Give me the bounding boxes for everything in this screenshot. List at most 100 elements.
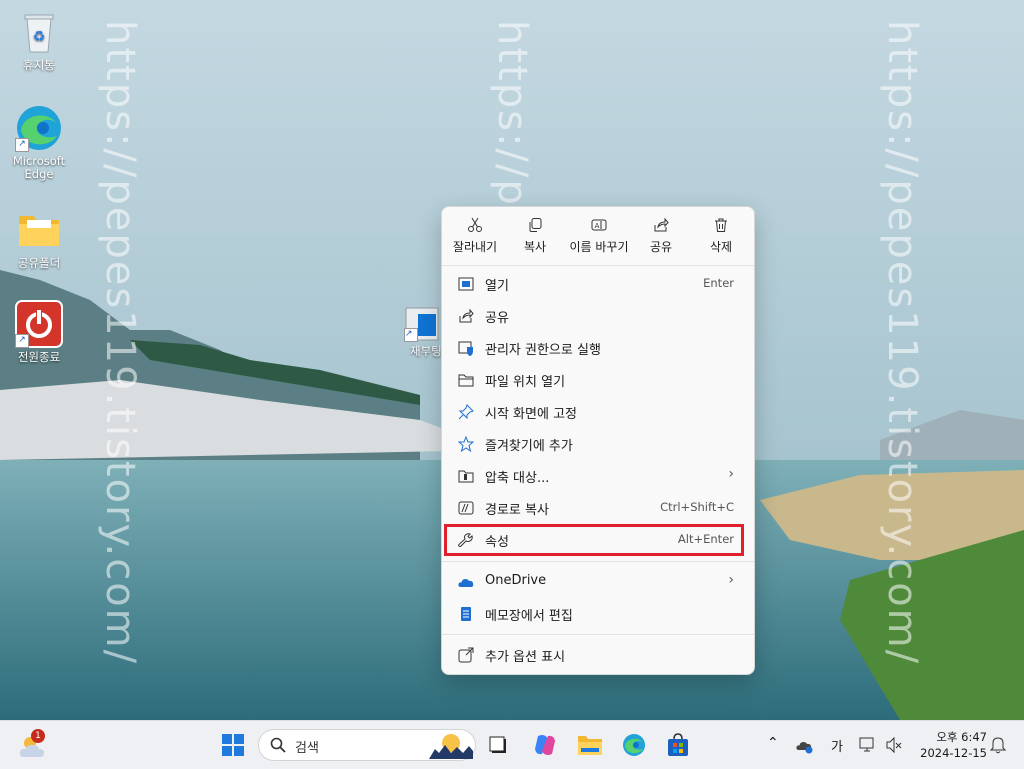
menu-item-share[interactable]: 공유 — [448, 301, 748, 331]
rename-label: 이름 바꾸기 — [569, 240, 629, 254]
shortcut-arrow-icon: ↗ — [404, 328, 418, 342]
share-quick-button[interactable]: 공유 — [638, 217, 684, 255]
menu-item-open[interactable]: 열기 Enter — [448, 269, 748, 299]
reboot-shortcut-icon: ↗ — [404, 306, 440, 342]
menu-item-show-more-options[interactable]: 추가 옵션 표시 — [448, 640, 748, 670]
ime-indicator[interactable]: 가 — [826, 721, 848, 769]
delete-button[interactable]: 삭제 — [698, 217, 744, 255]
delete-label: 삭제 — [709, 240, 733, 254]
edge-taskbar-button[interactable] — [620, 721, 648, 769]
windows-logo-icon — [222, 734, 244, 756]
watermark-left: https://pepes119.tistory.com/ — [97, 20, 143, 666]
highlight-box — [444, 524, 744, 556]
notifications-button[interactable] — [988, 721, 1008, 769]
menu-item-label: 경로로 복사 — [485, 503, 549, 518]
desktop-icon-label: 재부팅 — [410, 344, 442, 358]
folder-icon — [15, 206, 63, 254]
search-label: 검색 — [295, 741, 319, 756]
menu-item-label: OneDrive — [485, 573, 547, 588]
menu-item-shortcut: Enter — [703, 276, 734, 290]
menu-item-run-as-admin[interactable]: 관리자 권한으로 실행 — [448, 333, 748, 363]
search-icon — [270, 737, 286, 753]
menu-item-label: 시작 화면에 고정 — [485, 407, 577, 422]
rename-button[interactable]: A 이름 바꾸기 — [562, 217, 636, 255]
copilot-icon — [535, 735, 555, 755]
watermark-right: https://pepes119.tistory.com/ — [879, 20, 925, 666]
more-options-icon — [458, 647, 474, 663]
taskbar: 1 검색 ⌃ 가 오후 6:47 2024-12-15 — [0, 720, 1024, 769]
svg-text:♻: ♻ — [33, 29, 46, 45]
scissors-icon — [468, 217, 482, 232]
share-quick-label: 공유 — [649, 240, 673, 254]
desktop-icon-reboot[interactable]: ↗ 재부팅 — [396, 306, 446, 370]
task-view-button[interactable] — [486, 721, 514, 769]
cut-label: 잘라내기 — [452, 240, 498, 254]
bell-icon — [990, 737, 1006, 754]
rename-icon: A — [591, 219, 607, 231]
chevron-right-icon: › — [728, 466, 734, 482]
copy-label: 복사 — [523, 240, 547, 254]
taskbar-search[interactable]: 검색 — [258, 729, 476, 761]
copy-button[interactable]: 복사 — [512, 217, 558, 255]
path-icon — [458, 501, 474, 515]
menu-item-add-to-favorites[interactable]: 즐겨찾기에 추가 — [448, 429, 748, 459]
edge-icon: ↗ — [15, 104, 63, 152]
menu-item-edit-in-notepad[interactable]: 메모장에서 편집 — [448, 599, 748, 629]
desktop-icon-shared-folder[interactable]: 공유폴더 — [4, 206, 74, 270]
network-tray-button[interactable] — [858, 721, 878, 769]
folder-icon — [458, 374, 474, 387]
star-icon — [458, 436, 474, 452]
share-icon — [654, 217, 669, 232]
menu-item-label: 압축 대상... — [485, 471, 550, 486]
pin-icon — [458, 404, 474, 420]
admin-shield-icon — [458, 341, 473, 356]
share-icon — [459, 308, 474, 323]
desktop-icon-edge[interactable]: ↗ Microsoft Edge — [4, 104, 74, 181]
desktop-icon-label: 전원종료 — [17, 350, 61, 364]
menu-item-label: 관리자 권한으로 실행 — [485, 343, 601, 358]
zip-icon — [458, 470, 474, 483]
menu-item-compress-to[interactable]: 압축 대상... › — [448, 461, 748, 491]
chevron-right-icon: › — [728, 572, 734, 588]
menu-item-label: 즐겨찾기에 추가 — [485, 439, 573, 454]
quick-actions-bar: 잘라내기 복사 A 이름 바꾸기 공유 삭제 — [442, 207, 754, 266]
edge-icon — [623, 734, 645, 756]
store-bag-icon — [668, 733, 688, 756]
menu-item-onedrive[interactable]: OneDrive › — [448, 567, 748, 597]
show-hidden-icons-button[interactable]: ⌃ — [764, 721, 782, 769]
menu-item-shortcut: Ctrl+Shift+C — [660, 500, 734, 514]
file-explorer-button[interactable] — [576, 721, 604, 769]
power-icon: ↗ — [15, 300, 63, 348]
menu-item-pin-to-start[interactable]: 시작 화면에 고정 — [448, 397, 748, 427]
onedrive-tray-button[interactable] — [795, 721, 815, 769]
desktop-icon-label: 공유폴더 — [17, 256, 61, 270]
menu-item-label: 파일 위치 열기 — [485, 375, 566, 390]
onedrive-status-icon — [796, 742, 813, 754]
ime-label: 가 — [831, 740, 843, 755]
chevron-up-icon: ⌃ — [767, 735, 779, 751]
desktop-icon-recycle-bin[interactable]: ♻ 휴지통 — [4, 8, 74, 72]
menu-item-open-file-location[interactable]: 파일 위치 열기 — [448, 365, 748, 395]
cloud-icon — [458, 579, 474, 587]
cut-button[interactable]: 잘라내기 — [447, 217, 503, 255]
network-icon — [859, 737, 874, 752]
menu-item-copy-as-path[interactable]: 경로로 복사 Ctrl+Shift+C — [448, 493, 748, 523]
store-button[interactable] — [664, 721, 692, 769]
copy-icon — [529, 218, 542, 232]
weather-widget[interactable]: 1 — [14, 721, 54, 769]
trash-icon — [715, 218, 727, 232]
clock-date: 2024-12-15 — [920, 746, 987, 760]
volume-tray-button[interactable] — [884, 721, 904, 769]
folder-icon — [578, 736, 602, 755]
notepad-icon — [461, 607, 471, 621]
clock-time: 오후 6:47 — [936, 730, 987, 744]
volume-muted-icon — [886, 736, 902, 754]
notification-badge: 1 — [31, 729, 45, 743]
clock[interactable]: 오후 6:47 2024-12-15 — [920, 729, 987, 761]
recycle-bin-icon: ♻ — [15, 8, 63, 56]
copilot-button[interactable] — [531, 721, 559, 769]
shortcut-arrow-icon: ↗ — [15, 334, 29, 348]
desktop-icon-shutdown[interactable]: ↗ 전원종료 — [4, 300, 74, 364]
start-button[interactable] — [220, 721, 246, 769]
menu-item-label: 열기 — [485, 279, 509, 294]
